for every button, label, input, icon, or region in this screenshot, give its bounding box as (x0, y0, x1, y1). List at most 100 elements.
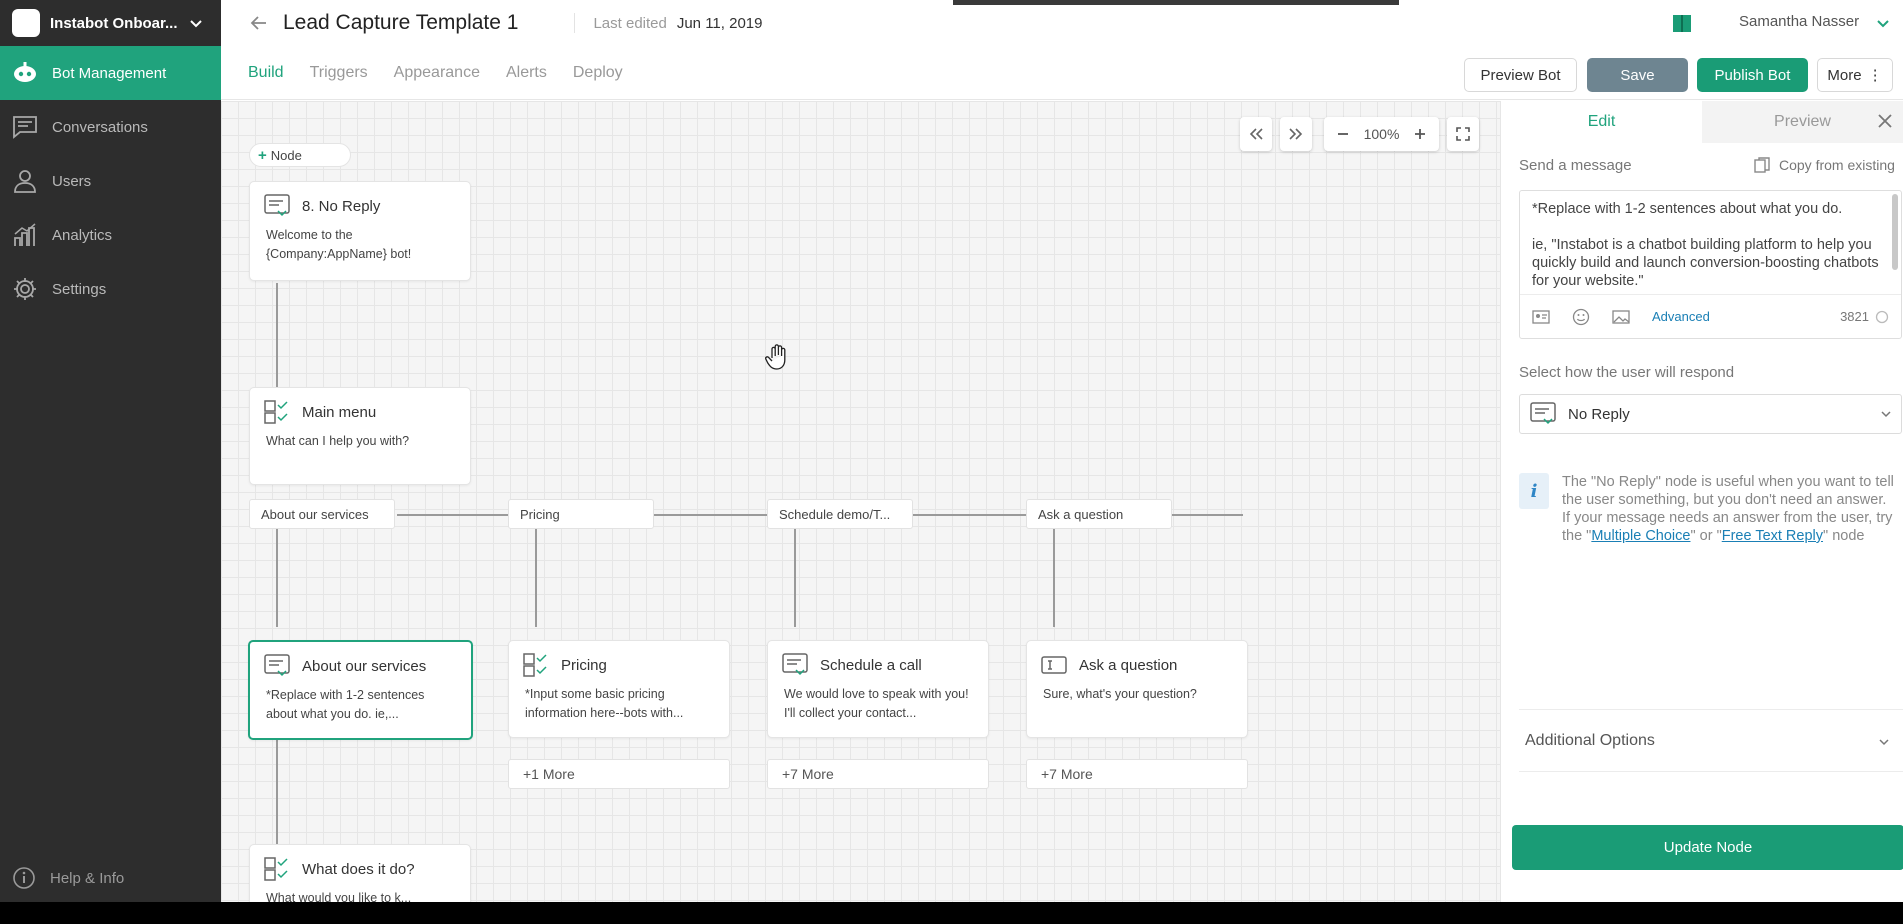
sidebar-item-label: Analytics (52, 226, 113, 244)
more-options-row[interactable]: +1 More (508, 759, 730, 789)
panel-tabs: Edit Preview (1501, 101, 1903, 143)
connector-line (794, 529, 796, 627)
divider (574, 13, 576, 33)
sidebar-item-label: Users (52, 172, 92, 190)
chevron-down-icon (1881, 411, 1891, 418)
message-textarea[interactable]: *Replace with 1-2 sentences about what y… (1520, 191, 1901, 295)
hand-cursor-icon (765, 344, 786, 370)
flow-canvas[interactable]: 100% + Node 8. No Reply Welcome to the {… (221, 101, 1500, 902)
response-type-select[interactable]: No Reply (1519, 394, 1902, 434)
builder-toolbar: Build Triggers Appearance Alerts Deploy … (221, 46, 1903, 100)
sidebar-item-label: Bot Management (52, 64, 167, 82)
sidebar-item-analytics[interactable]: Analytics (0, 208, 221, 262)
flow-node-main-menu[interactable]: Main menu What can I help you with? (249, 387, 471, 485)
bot-icon (14, 62, 36, 82)
advanced-link[interactable]: Advanced (1652, 309, 1710, 324)
flow-node-no-reply[interactable]: 8. No Reply Welcome to the {Company:AppN… (249, 181, 471, 281)
kebab-icon: ⋮ (1867, 67, 1883, 84)
more-options-row[interactable]: +7 More (1026, 759, 1248, 789)
tab-triggers[interactable]: Triggers (310, 64, 368, 82)
flow-node-what-does-it-do[interactable]: What does it do? What would you like to … (249, 844, 471, 902)
message-icon (782, 653, 808, 676)
chevron-down-icon[interactable] (1877, 735, 1891, 749)
info-paragraph: The "No Reply" node is useful when you w… (1562, 474, 1894, 508)
divider (1519, 709, 1903, 710)
help-label: Help & Info (50, 869, 125, 887)
help-info-link[interactable]: Help & Info (0, 854, 221, 902)
last-edited-date: Jun 11, 2019 (676, 14, 763, 32)
save-button[interactable]: Save (1587, 58, 1688, 92)
sidebar-item-conversations[interactable]: Conversations (0, 100, 221, 154)
last-edited-label: Last edited (593, 14, 667, 32)
message-icon (1530, 402, 1556, 425)
gear-icon (14, 278, 36, 300)
tab-deploy[interactable]: Deploy (573, 64, 623, 82)
analytics-icon (14, 223, 36, 246)
page-title: Lead Capture Template 1 (283, 11, 519, 34)
flow-node-schedule-call[interactable]: Schedule a call We would love to speak w… (767, 640, 989, 738)
workspace-switcher[interactable]: Instabot Onboar... (0, 0, 221, 46)
publish-bot-button[interactable]: Publish Bot (1697, 58, 1808, 92)
flow-node-ask-question[interactable]: Ask a question Sure, what's your questio… (1026, 640, 1248, 738)
flow-node-about-services[interactable]: About our services *Replace with 1-2 sen… (248, 640, 473, 740)
close-icon[interactable] (1875, 111, 1895, 131)
node-title: 8. No Reply (302, 197, 381, 215)
info-text-part: " node (1823, 528, 1865, 544)
collapse-right-button[interactable] (1280, 117, 1312, 151)
message-editor[interactable]: *Replace with 1-2 sentences about what y… (1519, 190, 1902, 339)
multiple-choice-link[interactable]: Multiple Choice (1591, 528, 1690, 544)
fullscreen-button[interactable] (1447, 117, 1479, 151)
node-title: Schedule a call (820, 656, 922, 674)
image-icon[interactable] (1612, 308, 1630, 326)
message-icon (264, 654, 290, 677)
user-menu[interactable]: Samantha Nasser (1739, 13, 1859, 30)
preview-bot-button[interactable]: Preview Bot (1464, 58, 1577, 92)
sidebar-item-settings[interactable]: Settings (0, 262, 221, 316)
copy-from-existing-button[interactable]: Copy from existing (1753, 156, 1895, 174)
scrollbar[interactable] (1892, 194, 1898, 270)
emoji-icon[interactable] (1572, 308, 1590, 326)
menu-option[interactable]: Ask a question (1026, 499, 1172, 529)
menu-option[interactable]: Pricing (508, 499, 654, 529)
tab-build[interactable]: Build (248, 64, 284, 82)
additional-options-toggle[interactable]: Additional Options (1525, 732, 1655, 750)
node-editor-panel: Edit Preview Send a message Copy from ex… (1500, 101, 1903, 902)
divider (1519, 771, 1903, 772)
respond-label: Select how the user will respond (1519, 364, 1735, 381)
node-body: What can I help you with? (266, 434, 410, 448)
free-text-reply-link[interactable]: Free Text Reply (1722, 528, 1823, 544)
menu-option[interactable]: About our services (249, 499, 395, 529)
sidebar-item-label: Conversations (52, 118, 148, 136)
more-options-row[interactable]: +7 More (767, 759, 989, 789)
tab-preview[interactable]: Preview (1702, 101, 1903, 143)
node-title: Main menu (302, 403, 377, 421)
menu-option[interactable]: Schedule demo/T... (767, 499, 913, 529)
add-node-button[interactable]: + Node (249, 143, 351, 167)
sidebar-item-users[interactable]: Users (0, 154, 221, 208)
back-arrow-icon[interactable] (249, 13, 269, 33)
book-icon[interactable] (1671, 12, 1693, 34)
zoom-out-icon[interactable] (1334, 125, 1352, 143)
top-strip (953, 0, 1399, 5)
chevron-down-icon[interactable] (1875, 15, 1891, 31)
tab-appearance[interactable]: Appearance (394, 64, 480, 82)
multiple-choice-icon (264, 400, 288, 424)
sidebar-item-bot-management[interactable]: Bot Management (0, 46, 221, 100)
response-type-value: No Reply (1568, 405, 1630, 423)
node-body: *Replace with 1-2 sentences about what y… (266, 688, 425, 721)
tab-alerts[interactable]: Alerts (506, 64, 547, 82)
collapse-left-button[interactable] (1240, 117, 1272, 151)
multiple-choice-icon (523, 653, 547, 677)
contact-card-icon[interactable] (1532, 308, 1550, 326)
update-node-button[interactable]: Update Node (1512, 825, 1903, 870)
info-text-part: " or " (1690, 528, 1722, 544)
multiple-choice-icon (264, 857, 288, 881)
send-message-label: Send a message (1519, 157, 1632, 174)
sidebar: Instabot Onboar... Bot Management Conver… (0, 0, 221, 902)
flow-node-pricing[interactable]: Pricing *Input some basic pricing inform… (508, 640, 730, 738)
chevron-down-icon (189, 20, 202, 28)
tab-edit[interactable]: Edit (1501, 101, 1702, 143)
chat-icon (13, 116, 37, 139)
zoom-in-icon[interactable] (1411, 125, 1429, 143)
more-button[interactable]: More ⋮ (1817, 58, 1893, 92)
